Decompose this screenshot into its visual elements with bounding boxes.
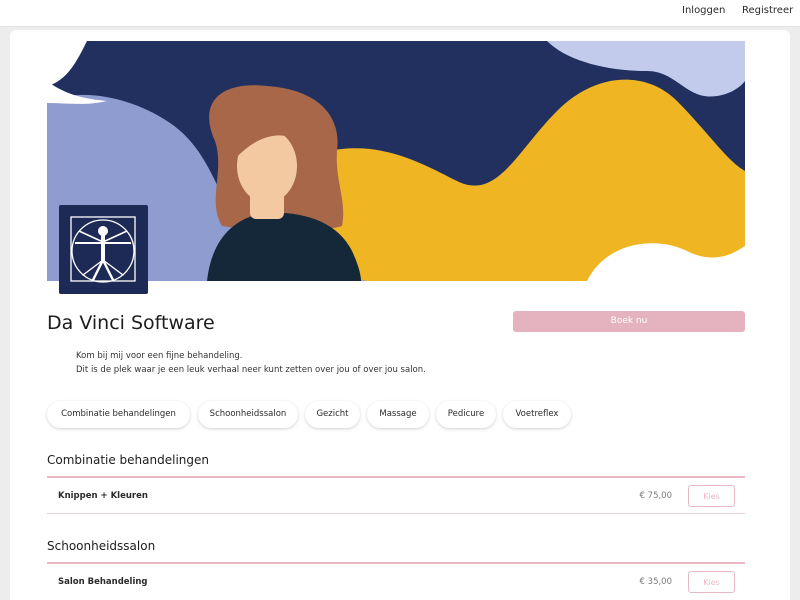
register-link[interactable]: Registreer [742, 5, 793, 16]
chip-massage[interactable]: Massage [367, 401, 429, 428]
chip-combinatie-behandelingen[interactable]: Combinatie behandelingen [47, 401, 190, 428]
choose-service-button[interactable]: Kies [688, 571, 735, 593]
service-price: € 35,00 [639, 577, 672, 587]
choose-service-button[interactable]: Kies [688, 485, 735, 507]
chip-voetreflex[interactable]: Voetreflex [503, 401, 571, 428]
chip-gezicht[interactable]: Gezicht [305, 401, 360, 428]
salon-logo [59, 205, 148, 294]
section-divider [47, 562, 745, 564]
business-intro: Kom bij mij voor een fijne behandeling. … [76, 349, 426, 377]
service-name: Knippen + Kleuren [58, 491, 148, 501]
chip-schoonheidssalon[interactable]: Schoonheidssalon [198, 401, 298, 428]
service-price: € 75,00 [639, 491, 672, 501]
book-now-button[interactable]: Boek nu [513, 311, 745, 332]
section-divider [47, 476, 745, 478]
vitruvian-man-icon [70, 216, 136, 283]
business-name: Da Vinci Software [47, 312, 215, 334]
row-divider [47, 513, 745, 514]
intro-line: Dit is de plek waar je een leuk verhaal … [76, 365, 426, 375]
login-link[interactable]: Inloggen [682, 5, 725, 16]
section-title: Schoonheidssalon [47, 539, 156, 553]
chip-pedicure[interactable]: Pedicure [436, 401, 496, 428]
hero-illustration [47, 41, 745, 281]
hero-banner [47, 41, 745, 281]
top-navigation: Inloggen Registreer [0, 0, 800, 27]
service-name: Salon Behandeling [58, 577, 148, 587]
intro-line: Kom bij mij voor een fijne behandeling. [76, 351, 243, 361]
section-title: Combinatie behandelingen [47, 453, 209, 467]
